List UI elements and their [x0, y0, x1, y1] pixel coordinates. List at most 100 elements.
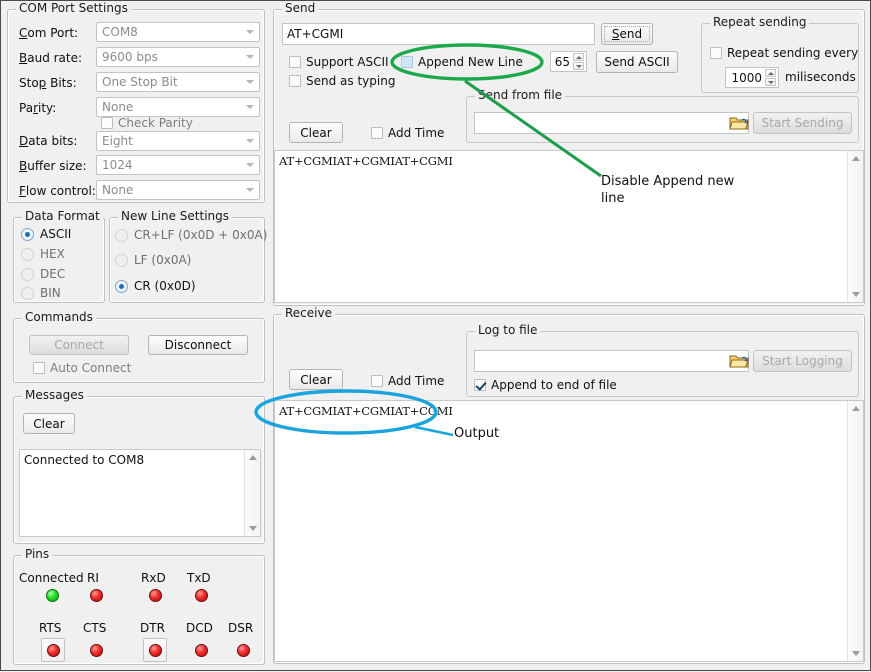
- send-as-typing-checkbox[interactable]: Send as typing: [289, 74, 395, 88]
- folder-open-icon[interactable]: [729, 352, 749, 370]
- append-new-line-checkbox[interactable]: Append New Line: [401, 55, 523, 69]
- parity-select[interactable]: None: [96, 97, 260, 117]
- radio-data-format-bin[interactable]: BIN: [21, 286, 61, 300]
- receive-add-time-label: Add Time: [388, 374, 444, 388]
- chevron-down-icon: [246, 105, 254, 109]
- receive-clear-label: Clear: [300, 373, 331, 387]
- stop-bits-select[interactable]: One Stop Bit: [96, 72, 260, 92]
- auto-connect-checkbox[interactable]: Auto Connect: [33, 361, 131, 375]
- flow-control-value: None: [102, 183, 133, 197]
- radio-label: CR+LF (0x0D + 0x0A): [134, 228, 267, 242]
- com-port-settings-caption: COM Port Settings: [16, 2, 131, 14]
- scroll-down-icon[interactable]: [852, 651, 860, 656]
- repeat-sending-label: Repeat sending every: [727, 46, 858, 60]
- checkbox-box: [710, 47, 722, 59]
- pin-led-txd: [195, 589, 208, 602]
- radio-newline-cr[interactable]: CR (0x0D): [115, 279, 196, 293]
- pin-label-dcd: DCD: [186, 621, 213, 635]
- radio-data-format-dec[interactable]: DEC: [21, 267, 65, 281]
- pin-led-dcd: [195, 644, 208, 657]
- append-to-end-checkbox[interactable]: Append to end of file: [474, 378, 617, 392]
- buffer-size-select[interactable]: 1024: [96, 155, 260, 175]
- check-parity-checkbox[interactable]: Check Parity: [101, 116, 193, 130]
- pin-label-dsr: DSR: [228, 621, 253, 635]
- pin-label-rts: RTS: [39, 621, 61, 635]
- repeat-sending-checkbox[interactable]: Repeat sending every: [710, 46, 858, 60]
- com-port-value: COM8: [102, 25, 138, 39]
- scroll-down-icon[interactable]: [249, 526, 257, 531]
- com-port-select[interactable]: COM8: [96, 22, 260, 42]
- send-clear-button[interactable]: Clear: [289, 122, 343, 143]
- receive-add-time-checkbox[interactable]: Add Time: [371, 374, 444, 388]
- send-ascii-label: Send ASCII: [604, 55, 669, 69]
- radio-circle: [21, 248, 34, 261]
- radio-newline-lf[interactable]: LF (0x0A): [115, 253, 191, 267]
- label-com-port: Com Port:: [19, 26, 78, 40]
- send-add-time-label: Add Time: [388, 126, 444, 140]
- messages-log-area[interactable]: Connected to COM8: [19, 449, 261, 537]
- receive-clear-button[interactable]: Clear: [289, 369, 343, 390]
- messages-clear-button[interactable]: Clear: [23, 413, 75, 434]
- stop-bits-value: One Stop Bit: [102, 75, 178, 89]
- send-log-text: AT+CGMIAT+CGMIAT+CGMI: [279, 154, 845, 168]
- messages-scrollbar[interactable]: [244, 450, 260, 536]
- radio-circle: [21, 228, 34, 241]
- scroll-up-icon[interactable]: [249, 455, 257, 460]
- send-log-scrollbar[interactable]: [847, 151, 863, 302]
- pin-led-connected: [46, 589, 59, 602]
- buffer-size-value: 1024: [102, 158, 133, 172]
- ascii-code-spinner[interactable]: 65: [550, 51, 587, 72]
- repeat-units-label: miliseconds: [785, 70, 856, 84]
- repeat-interval-spinner[interactable]: 1000: [725, 67, 779, 88]
- start-sending-button[interactable]: Start Sending: [753, 112, 852, 134]
- radio-data-format-ascii[interactable]: ASCII: [21, 227, 71, 241]
- folder-open-icon[interactable]: [729, 114, 749, 132]
- auto-connect-label: Auto Connect: [50, 361, 131, 375]
- send-button[interactable]: Send: [601, 23, 653, 45]
- connect-button[interactable]: Connect: [29, 335, 129, 355]
- chevron-down-icon: [246, 80, 254, 84]
- scroll-up-icon[interactable]: [852, 156, 860, 161]
- spinner-up-icon[interactable]: [765, 69, 776, 77]
- support-ascii-label: Support ASCII: [306, 55, 389, 69]
- label-stop-bits: Stop Bits:: [19, 76, 77, 90]
- spinner-down-icon[interactable]: [573, 62, 584, 70]
- radio-label: ASCII: [40, 227, 71, 241]
- spinner-up-icon[interactable]: [573, 53, 584, 61]
- label-data-bits: Data bits:: [19, 134, 77, 148]
- commands-caption: Commands: [22, 311, 96, 323]
- disconnect-button[interactable]: Disconnect: [148, 335, 248, 355]
- checkbox-box: [289, 56, 301, 68]
- spinner-down-icon[interactable]: [765, 78, 776, 86]
- log-to-file-path-input[interactable]: [474, 350, 749, 372]
- send-log-area[interactable]: AT+CGMIAT+CGMIAT+CGMI: [274, 150, 864, 303]
- baud-rate-select[interactable]: 9600 bps: [96, 47, 260, 67]
- receive-output-area[interactable]: AT+CGMIAT+CGMIAT+CGMI: [274, 400, 864, 662]
- pin-led-rxd: [149, 589, 162, 602]
- label-flow-control: Flow control:: [19, 184, 96, 198]
- support-ascii-checkbox[interactable]: Support ASCII: [289, 55, 389, 69]
- data-bits-select[interactable]: Eight: [96, 131, 260, 151]
- pin-led-dsr: [237, 644, 250, 657]
- checkbox-box: [33, 362, 45, 374]
- send-input[interactable]: AT+CGMI: [282, 23, 595, 45]
- radio-label: CR (0x0D): [134, 279, 196, 293]
- receive-scrollbar[interactable]: [847, 401, 863, 661]
- send-as-typing-label: Send as typing: [306, 74, 395, 88]
- pin-led-cts: [90, 644, 103, 657]
- radio-label: LF (0x0A): [134, 253, 191, 267]
- scroll-down-icon[interactable]: [852, 292, 860, 297]
- send-ascii-button[interactable]: Send ASCII: [596, 51, 678, 73]
- scroll-up-icon[interactable]: [852, 406, 860, 411]
- repeat-interval-value: 1000: [731, 71, 762, 85]
- radio-newline-crlf[interactable]: CR+LF (0x0D + 0x0A): [115, 228, 267, 242]
- radio-circle: [21, 287, 34, 300]
- pin-label-cts: CTS: [83, 621, 106, 635]
- radio-data-format-hex[interactable]: HEX: [21, 247, 65, 261]
- messages-log-text: Connected to COM8: [24, 453, 242, 467]
- flow-control-select[interactable]: None: [96, 180, 260, 200]
- radio-circle: [115, 229, 128, 242]
- send-from-file-path-input[interactable]: [474, 112, 749, 134]
- send-add-time-checkbox[interactable]: Add Time: [371, 126, 444, 140]
- start-logging-button[interactable]: Start Logging: [753, 350, 852, 372]
